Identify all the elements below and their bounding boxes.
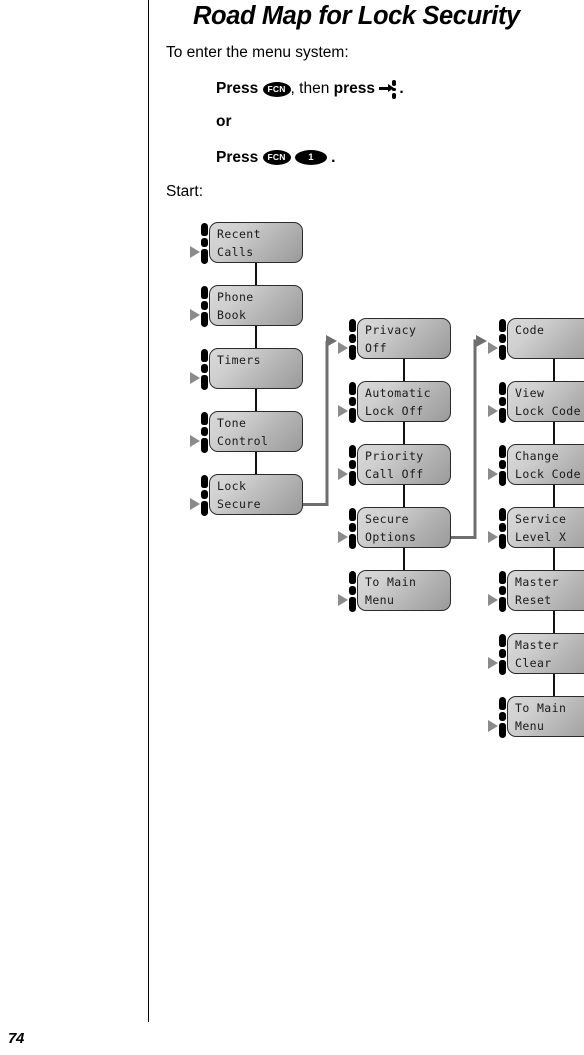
menu-node-privacy-off: Privacy Off: [338, 318, 451, 362]
menu-screen-master-reset: Master Reset: [507, 570, 584, 611]
menu-screen-view-lock-code: View Lock Code: [507, 381, 584, 422]
menu-screen-text: Privacy Off: [365, 323, 417, 355]
node-connector-line: [403, 359, 405, 381]
menu-node-to-main-menu-2: To Main Menu: [488, 696, 584, 740]
menu-screen-text: Service Level X: [515, 512, 567, 544]
menu-node-code: Code: [488, 318, 584, 362]
menu-screen-tone-control: Tone Control: [209, 411, 303, 452]
menu-screen-text: Automatic Lock Off: [365, 386, 431, 418]
menu-screen-phone-book: Phone Book: [209, 285, 303, 326]
cursor-triangle-icon: [488, 342, 498, 354]
node-connector-line: [403, 548, 405, 570]
menu-node-lock-secure: Lock Secure: [190, 474, 303, 518]
node-connector-line: [255, 452, 257, 474]
node-connector-line: [403, 422, 405, 444]
menu-screen-secure-options: Secure Options: [357, 507, 451, 548]
menu-node-service-level-x: Service Level X: [488, 507, 584, 551]
node-connector-line: [255, 389, 257, 411]
menu-screen-to-main-menu-1: To Main Menu: [357, 570, 451, 611]
node-connector-line: [553, 674, 555, 696]
menu-screen-text: Lock Secure: [217, 479, 261, 511]
cursor-triangle-icon: [190, 246, 200, 258]
menu-node-change-lock-code: Change Lock Code: [488, 444, 584, 488]
menu-screen-master-clear: Master Clear: [507, 633, 584, 674]
menu-node-master-reset: Master Reset: [488, 570, 584, 614]
menu-screen-lock-secure: Lock Secure: [209, 474, 303, 515]
menu-screen-text: Tone Control: [217, 416, 269, 448]
menu-screen-text: View Lock Code: [515, 386, 581, 418]
menu-node-priority-call-off: Priority Call Off: [338, 444, 451, 488]
menu-node-tone-control: Tone Control: [190, 411, 303, 455]
menu-screen-text: Phone Book: [217, 290, 254, 322]
menu-screen-text: Change Lock Code: [515, 449, 581, 481]
menu-screen-timers: Timers: [209, 348, 303, 389]
menu-screen-text: Secure Options: [365, 512, 417, 544]
node-connector-line: [403, 485, 405, 507]
cursor-triangle-icon: [488, 720, 498, 732]
menu-screen-text: To Main Menu: [365, 575, 417, 607]
menu-node-automatic-lock-off: Automatic Lock Off: [338, 381, 451, 425]
menu-screen-text: Code: [515, 323, 545, 337]
cursor-triangle-icon: [190, 309, 200, 321]
menu-screen-code: Code: [507, 318, 584, 359]
cursor-triangle-icon: [190, 498, 200, 510]
node-connector-line: [553, 611, 555, 633]
node-connector-line: [255, 263, 257, 285]
node-connector-line: [553, 422, 555, 444]
node-connector-line: [553, 485, 555, 507]
cursor-triangle-icon: [488, 531, 498, 543]
cursor-triangle-icon: [190, 372, 200, 384]
cursor-triangle-icon: [338, 342, 348, 354]
menu-node-view-lock-code: View Lock Code: [488, 381, 584, 425]
menu-screen-text: To Main Menu: [515, 701, 567, 733]
menu-screen-recent-calls: Recent Calls: [209, 222, 303, 263]
menu-screen-text: Master Clear: [515, 638, 559, 670]
menu-screen-text: Priority Call Off: [365, 449, 424, 481]
road-map-diagram: Recent Calls Phone Book Timers Tone Control…: [0, 0, 584, 1055]
menu-node-secure-options: Secure Options: [338, 507, 451, 551]
node-connector-line: [553, 548, 555, 570]
menu-screen-text: Master Reset: [515, 575, 559, 607]
menu-screen-change-lock-code: Change Lock Code: [507, 444, 584, 485]
cursor-triangle-icon: [488, 468, 498, 480]
menu-screen-text: Timers: [217, 353, 261, 367]
menu-screen-to-main-menu-2: To Main Menu: [507, 696, 584, 737]
menu-screen-service-level-x: Service Level X: [507, 507, 584, 548]
menu-node-timers: Timers: [190, 348, 303, 392]
menu-screen-priority-call-off: Priority Call Off: [357, 444, 451, 485]
cursor-triangle-icon: [190, 435, 200, 447]
cursor-triangle-icon: [338, 531, 348, 543]
cursor-triangle-icon: [488, 594, 498, 606]
menu-node-phone-book: Phone Book: [190, 285, 303, 329]
cursor-triangle-icon: [488, 405, 498, 417]
cursor-triangle-icon: [338, 405, 348, 417]
menu-node-master-clear: Master Clear: [488, 633, 584, 677]
menu-screen-privacy-off: Privacy Off: [357, 318, 451, 359]
node-connector-line: [553, 359, 555, 381]
menu-screen-automatic-lock-off: Automatic Lock Off: [357, 381, 451, 422]
menu-screen-text: Recent Calls: [217, 227, 261, 259]
menu-node-to-main-menu-1: To Main Menu: [338, 570, 451, 614]
cursor-triangle-icon: [338, 468, 348, 480]
node-connector-line: [255, 326, 257, 348]
menu-node-recent-calls: Recent Calls: [190, 222, 303, 266]
cursor-triangle-icon: [338, 594, 348, 606]
cursor-triangle-icon: [488, 657, 498, 669]
